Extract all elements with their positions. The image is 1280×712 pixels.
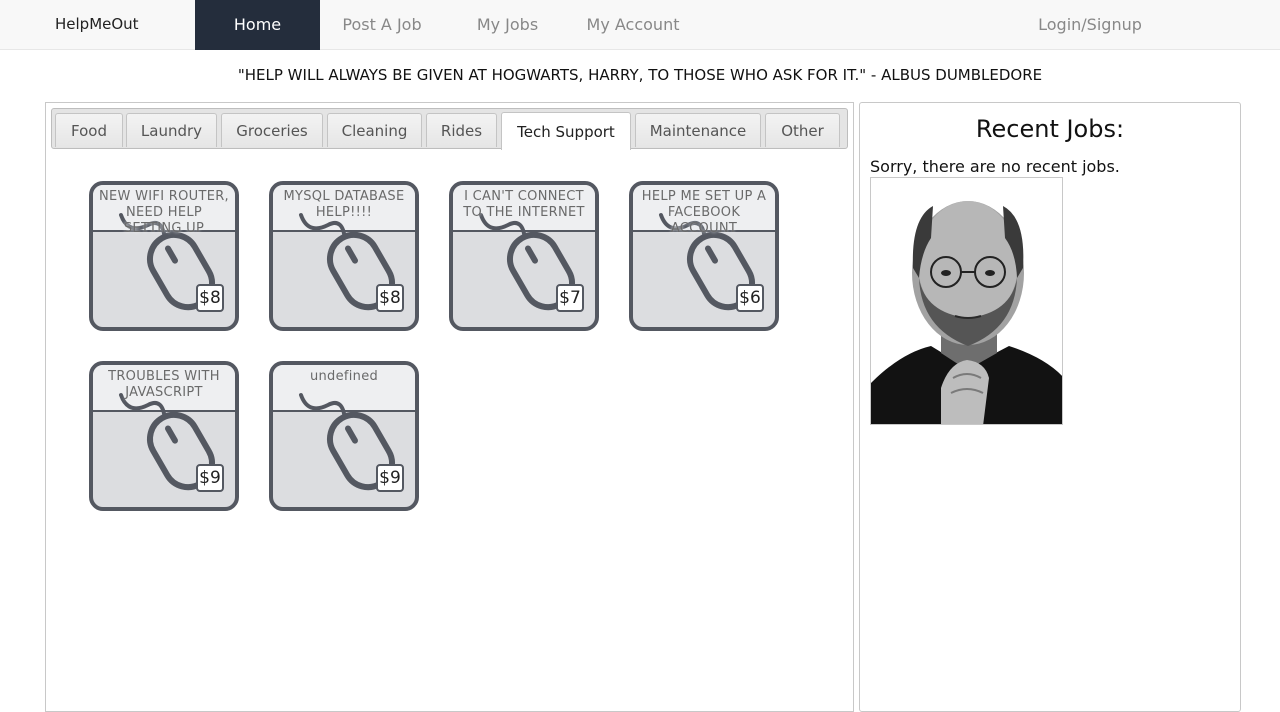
job-card[interactable]: TROUBLES WITH JAVASCRIPT $9	[89, 361, 239, 511]
tab-laundry[interactable]: Laundry	[126, 113, 217, 147]
job-card[interactable]: I CAN'T CONNECT TO THE INTERNET $7	[449, 181, 599, 331]
job-card[interactable]: NEW WIFI ROUTER, NEED HELP SETTING UP $8	[89, 181, 239, 331]
tab-cleaning[interactable]: Cleaning	[327, 113, 422, 147]
job-card[interactable]: undefined $9	[269, 361, 419, 511]
job-card[interactable]: MYSQL DATABASE HELP!!!! $8	[269, 181, 419, 331]
category-tabs: Food Laundry Groceries Cleaning Rides Te…	[51, 108, 848, 150]
job-price: $7	[556, 284, 584, 312]
job-title: MYSQL DATABASE HELP!!!!	[283, 189, 405, 220]
job-title: I CAN'T CONNECT TO THE INTERNET	[463, 189, 585, 220]
no-recent-jobs-message: Sorry, there are no recent jobs.	[870, 157, 1120, 176]
job-price: $9	[196, 464, 224, 492]
job-price: $9	[376, 464, 404, 492]
portrait-image	[870, 177, 1063, 425]
recent-jobs-panel: Recent Jobs: Sorry, there are no recent …	[859, 102, 1241, 712]
tab-rides[interactable]: Rides	[426, 113, 497, 147]
tab-other[interactable]: Other	[765, 113, 840, 147]
tab-groceries[interactable]: Groceries	[221, 113, 323, 147]
tab-maintenance[interactable]: Maintenance	[635, 113, 761, 147]
dumbledore-quote: "HELP WILL ALWAYS BE GIVEN AT HOGWARTS, …	[237, 66, 1043, 84]
nav-login-signup[interactable]: Login/Signup	[1032, 0, 1148, 50]
job-title: HELP ME SET UP A FACEBOOK ACCOUNT	[641, 189, 767, 236]
job-price: $6	[736, 284, 764, 312]
job-price: $8	[196, 284, 224, 312]
nav-my-account[interactable]: My Account	[582, 0, 684, 50]
brand-logo[interactable]: HelpMeOut	[55, 15, 139, 33]
job-title: TROUBLES WITH JAVASCRIPT	[108, 369, 220, 400]
nav-home[interactable]: Home	[195, 0, 320, 50]
jobs-panel: Food Laundry Groceries Cleaning Rides Te…	[45, 102, 854, 712]
tab-food[interactable]: Food	[55, 113, 123, 147]
top-navbar: HelpMeOut Home Post A Job My Jobs My Acc…	[0, 0, 1280, 50]
nav-my-jobs[interactable]: My Jobs	[470, 0, 545, 50]
tab-tech-support[interactable]: Tech Support	[501, 112, 631, 150]
job-card[interactable]: HELP ME SET UP A FACEBOOK ACCOUNT $6	[629, 181, 779, 331]
recent-jobs-title: Recent Jobs:	[975, 115, 1125, 143]
nav-post-a-job[interactable]: Post A Job	[336, 0, 428, 50]
job-title: NEW WIFI ROUTER, NEED HELP SETTING UP	[99, 189, 229, 236]
job-price: $8	[376, 284, 404, 312]
job-title: undefined	[309, 369, 379, 384]
